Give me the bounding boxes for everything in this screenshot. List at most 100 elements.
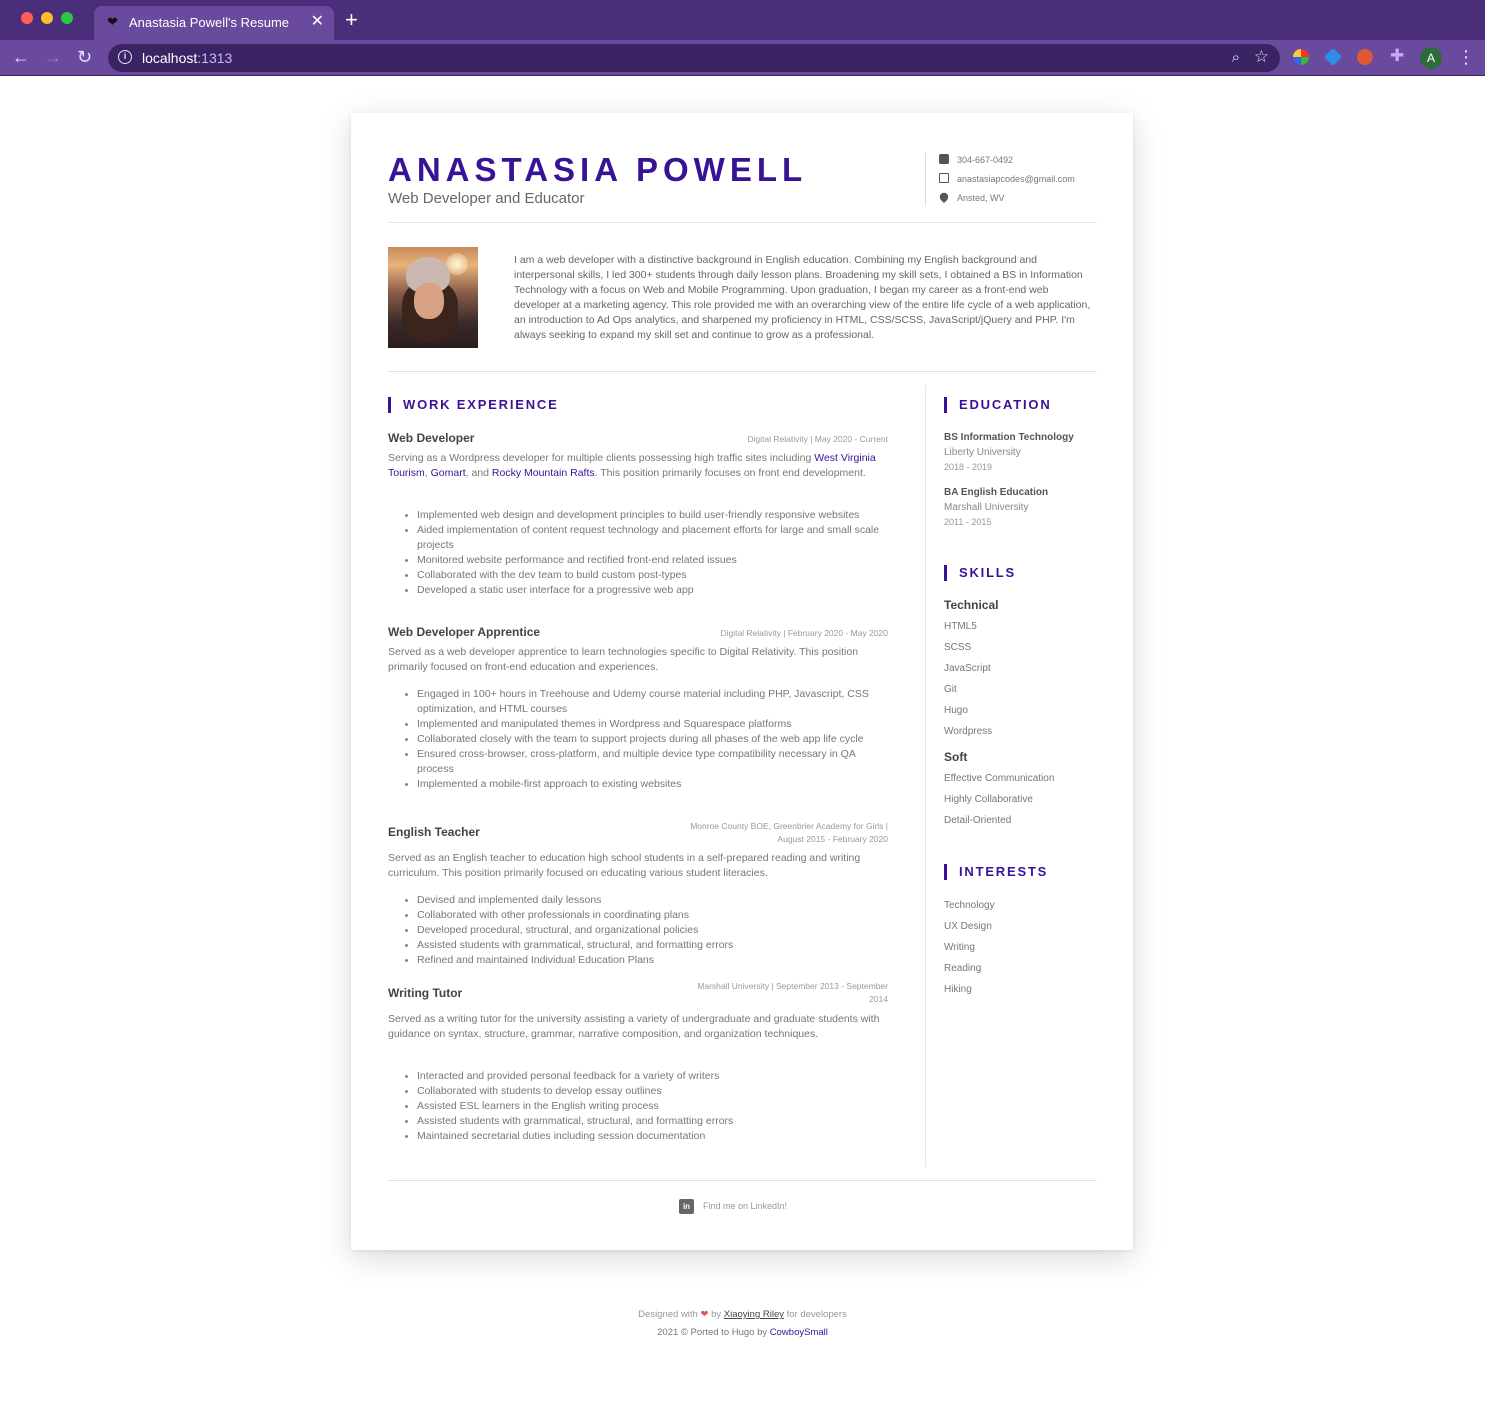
heart-icon: ❤ — [107, 14, 118, 29]
job-description: Serving as a Wordpress developer for mul… — [388, 452, 876, 479]
list-item: Collaborated with students to develop es… — [403, 1084, 888, 1099]
contact-email[interactable]: anastasiapcodes@gmail.com — [939, 173, 1075, 185]
port-credit-line: 2021 © Ported to Hugo by CowboySmall — [657, 1327, 828, 1338]
duckduckgo-extension-icon[interactable] — [1357, 49, 1373, 65]
summary-divider — [388, 371, 1097, 372]
heart-icon: ❤ — [700, 1309, 709, 1320]
reload-icon[interactable]: ↻ — [77, 46, 92, 68]
resume-card: ANASTASIA POWELL Web Developer and Educa… — [351, 113, 1133, 1250]
bookmark-star-icon[interactable]: ☆ — [1254, 47, 1269, 67]
job-title: Writing Tutor — [388, 986, 463, 1000]
skill-item: Wordpress — [944, 726, 993, 737]
profile-photo — [388, 247, 478, 348]
extensions-puzzle-icon[interactable]: ✚ — [1390, 46, 1404, 66]
browser-tab[interactable]: ❤ Anastasia Powell's Resume ✕ — [94, 6, 334, 40]
color-picker-extension-icon[interactable] — [1293, 49, 1309, 65]
skills-technical-label: Technical — [944, 598, 999, 612]
education-degree: BA English Education — [944, 487, 1049, 498]
window-maximize-button[interactable] — [61, 12, 73, 24]
job-meta: Marshall University | September 2013 - S… — [697, 981, 888, 1004]
list-item: Implemented web design and development p… — [403, 508, 888, 523]
list-item: Developed procedural, structural, and or… — [403, 923, 888, 938]
job-description: Served as a web developer apprentice to … — [388, 646, 859, 673]
linkedin-icon[interactable]: in — [679, 1199, 694, 1214]
list-item: Assisted students with grammatical, stru… — [403, 1114, 888, 1129]
job-bullets: Devised and implemented daily lessons Co… — [403, 893, 888, 968]
skill-item: JavaScript — [944, 663, 991, 674]
list-item: Monitored website performance and rectif… — [403, 553, 888, 568]
education-heading: EDUCATION — [944, 397, 1052, 413]
email-icon — [939, 173, 949, 183]
profile-avatar[interactable]: A — [1420, 47, 1442, 69]
contact-location: Ansted, WV — [937, 190, 1005, 204]
browser-tab-bar: ❤ Anastasia Powell's Resume ✕ + — [0, 0, 1485, 40]
skill-item: SCSS — [944, 642, 972, 653]
education-years: 2018 - 2019 — [944, 462, 993, 472]
resume-role: Web Developer and Educator — [388, 190, 585, 207]
interest-item: UX Design — [944, 921, 992, 932]
job-description: Served as an English teacher to educatio… — [388, 852, 861, 879]
browser-toolbar: ← → ↻ i localhost:1313 ⌕ ☆ ✚ A ⋮ — [0, 40, 1485, 76]
job-title: English Teacher — [388, 825, 480, 839]
education-years: 2011 - 2015 — [944, 517, 992, 527]
zoom-icon[interactable]: ⌕ — [1232, 48, 1240, 68]
site-info-icon[interactable]: i — [118, 50, 132, 64]
link-gomart[interactable]: Gomart — [431, 467, 466, 479]
job-bullets: Implemented web design and development p… — [403, 508, 888, 598]
url-text[interactable]: localhost:1313 — [142, 50, 232, 66]
tab-title: Anastasia Powell's Resume — [129, 15, 289, 30]
job-bullets: Interacted and provided personal feedbac… — [403, 1069, 888, 1144]
education-school: Liberty University — [944, 447, 1021, 458]
tab-close-icon[interactable]: ✕ — [311, 12, 324, 32]
linkedin-link[interactable]: Find me on LinkedIn! — [703, 1200, 787, 1212]
forward-arrow-icon[interactable]: → — [44, 46, 62, 68]
resume-name: ANASTASIA POWELL — [388, 151, 808, 188]
list-item: Implemented a mobile-first approach to e… — [403, 777, 888, 792]
skill-item: HTML5 — [944, 621, 977, 632]
header-divider — [388, 222, 1097, 223]
education-degree: BS Information Technology — [944, 432, 1074, 443]
credits-line: Designed with ❤ by Xiaoying Riley for de… — [638, 1309, 847, 1320]
browser-menu-icon[interactable]: ⋮ — [1457, 46, 1475, 68]
column-divider — [925, 385, 926, 1167]
location-pin-icon — [937, 190, 951, 204]
work-experience-heading: WORK EXPERIENCE — [388, 397, 559, 413]
job-title: Web Developer — [388, 431, 475, 445]
window-minimize-button[interactable] — [41, 12, 53, 24]
bio-summary: I am a web developer with a distinctive … — [514, 254, 1091, 341]
list-item: Maintained secretarial duties including … — [403, 1129, 888, 1144]
dev-extension-icon[interactable] — [1323, 47, 1343, 67]
education-school: Marshall University — [944, 502, 1029, 513]
new-tab-button[interactable]: + — [345, 8, 358, 32]
job-title: Web Developer Apprentice — [388, 625, 541, 639]
interests-heading: INTERESTS — [944, 864, 1048, 880]
skill-item: Hugo — [944, 705, 968, 716]
job-meta: Digital Relativity | February 2020 - May… — [720, 628, 888, 638]
address-bar[interactable]: i localhost:1313 ⌕ ☆ — [108, 44, 1280, 72]
job-description: Served as a writing tutor for the univer… — [388, 1013, 880, 1040]
porter-link[interactable]: CowboySmall — [770, 1327, 828, 1338]
job-meta: Digital Relativity | May 2020 - Current — [747, 434, 888, 444]
window-close-button[interactable] — [21, 12, 33, 24]
skills-soft-label: Soft — [944, 750, 968, 764]
url-port: :1313 — [197, 50, 233, 66]
author-link[interactable]: Xiaoying Riley — [724, 1309, 784, 1320]
phone-icon — [939, 154, 949, 164]
list-item: Refined and maintained Individual Educat… — [403, 953, 888, 968]
list-item: Devised and implemented daily lessons — [403, 893, 888, 908]
back-arrow-icon[interactable]: ← — [12, 46, 30, 68]
phone-text: 304-667-0492 — [957, 155, 1014, 165]
list-item: Collaborated with the dev team to build … — [403, 568, 888, 583]
link-rocky-mountain-rafts[interactable]: Rocky Mountain Rafts — [492, 467, 595, 479]
list-item: Aided implementation of content request … — [403, 523, 888, 553]
url-host: localhost — [142, 50, 198, 66]
skills-heading: SKILLS — [944, 565, 1016, 581]
skill-item: Detail-Oriented — [944, 815, 1012, 826]
location-text: Ansted, WV — [957, 193, 1005, 203]
list-item: Ensured cross-browser, cross-platform, a… — [403, 747, 888, 777]
contact-divider — [925, 153, 926, 206]
contact-phone[interactable]: 304-667-0492 — [939, 154, 1013, 166]
list-item: Implemented and manipulated themes in Wo… — [403, 717, 888, 732]
list-item: Developed a static user interface for a … — [403, 583, 888, 598]
interest-item: Writing — [944, 942, 975, 953]
